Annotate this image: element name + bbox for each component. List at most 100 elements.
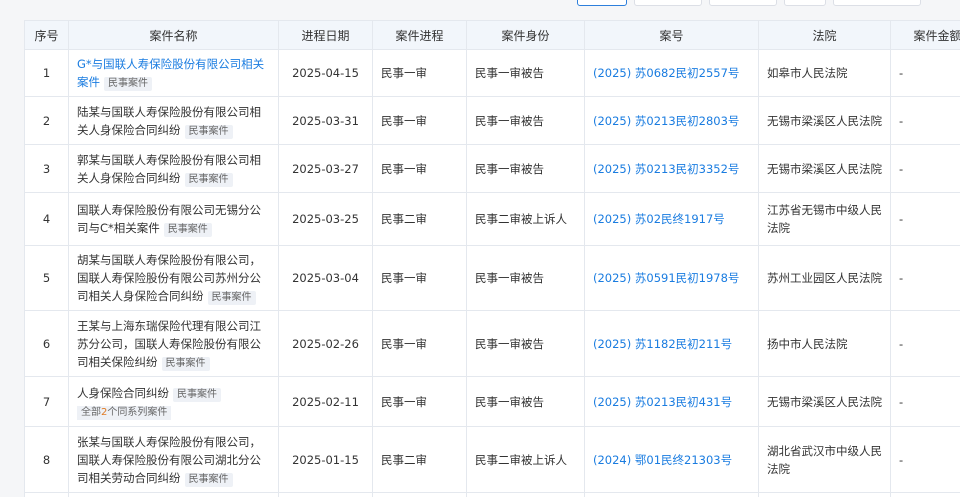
case-name-text[interactable]: 人身保险合同纠纷 [77,386,169,400]
stage-cell: 民事二审 [372,192,467,246]
stage-cell: 民事一审 [372,96,467,145]
case-no-cell: (2025) 苏0213民初3352号 [584,144,759,193]
table-row-partial [24,492,960,497]
row-index: 2 [24,96,69,145]
court-cell: 扬中市人民法院 [758,310,891,377]
date-cell: 2025-01-15 [278,426,373,493]
date-cell: 2025-03-27 [278,144,373,193]
stage-cell: 民事一审 [372,310,467,377]
case-name-cell: G*与国联人寿保险股份有限公司相关案件 民事案件 [68,49,279,97]
case-no-cell: (2025) 苏0682民初2557号 [584,49,759,97]
table-row: 8 张某与国联人寿保险股份有限公司，国联人寿保险股份有限公司湖北分公司相关劳动合… [24,426,960,493]
filter-button[interactable] [709,0,777,6]
col-header-role[interactable]: 案件身份 [466,20,585,50]
table-header-row: 序号 案件名称 进程日期 案件进程 案件身份 案号 法院 案件金额 [24,20,960,50]
amount-cell: - [890,144,960,193]
case-no-cell: (2025) 苏0213民初431号 [584,376,759,427]
col-header-case-no[interactable]: 案号 [584,20,759,50]
row-index: 6 [24,310,69,377]
court-cell: 无锡市梁溪区人民法院 [758,376,891,427]
series-cases-link[interactable]: 全部2个同系列案件 [77,405,172,420]
col-header-index[interactable]: 序号 [24,20,69,50]
role-cell: 民事一审被告 [466,96,585,145]
case-name-cell: 人身保险合同纠纷 民事案件 全部2个同系列案件 [68,376,279,427]
case-type-tag: 民事案件 [184,472,233,487]
role-cell: 民事一审被告 [466,310,585,377]
case-no-link[interactable]: (2025) 苏02民终1917号 [593,212,725,226]
court-cell: 苏州工业园区人民法院 [758,245,891,311]
table-row: 2 陆某与国联人寿保险股份有限公司相关人身保险合同纠纷 民事案件 2025-03-… [24,96,960,145]
row-index: 8 [24,426,69,493]
col-header-case-name[interactable]: 案件名称 [68,20,279,50]
filter-button[interactable] [784,0,826,6]
role-cell: 民事二审被上诉人 [466,192,585,246]
series-prefix: 全部 [81,406,101,418]
col-header-court[interactable]: 法院 [758,20,891,50]
case-no-cell: (2025) 苏02民终1917号 [584,192,759,246]
amount-cell: - [890,310,960,377]
row-index: 5 [24,245,69,311]
case-no-link[interactable]: (2025) 苏0213民初3352号 [593,162,739,176]
table-row: 3 郭某与国联人寿保险股份有限公司相关人身保险合同纠纷 民事案件 2025-03-… [24,144,960,193]
amount-cell: - [890,426,960,493]
stage-cell: 民事一审 [372,144,467,193]
role-cell: 民事一审被告 [466,245,585,311]
filter-button[interactable] [577,0,627,6]
table-row: 5 胡某与国联人寿保险股份有限公司，国联人寿保险股份有限公司苏州分公司相关人身保… [24,245,960,311]
case-name-cell: 张某与国联人寿保险股份有限公司，国联人寿保险股份有限公司湖北分公司相关劳动合同纠… [68,426,279,493]
stage-cell: 民事一审 [372,376,467,427]
case-type-tag: 民事案件 [173,387,221,402]
case-no-link[interactable]: (2025) 苏0213民初2803号 [593,114,739,128]
case-type-tag: 民事案件 [104,77,152,91]
amount-cell: - [890,245,960,311]
role-cell: 民事一审被告 [466,376,585,427]
col-header-date[interactable]: 进程日期 [278,20,373,50]
case-table: 序号 案件名称 进程日期 案件进程 案件身份 案号 法院 案件金额 1 G*与国… [24,20,960,497]
row-index: 3 [24,144,69,193]
case-table-panel: 序号 案件名称 进程日期 案件进程 案件身份 案号 法院 案件金额 1 G*与国… [24,20,960,497]
court-cell: 如皋市人民法院 [758,49,891,97]
case-no-link[interactable]: (2024) 鄂01民终21303号 [593,453,732,467]
case-type-tag: 民事案件 [184,124,233,139]
col-header-amount[interactable]: 案件金额 [890,20,960,50]
stage-cell: 民事一审 [372,245,467,311]
date-cell: 2025-02-11 [278,376,373,427]
date-cell: 2025-04-15 [278,49,373,97]
row-index: 4 [24,192,69,246]
amount-cell: - [890,376,960,427]
table-row: 6 王某与上海东瑞保险代理有限公司江苏分公司，国联人寿保险股份有限公司相关保险纠… [24,310,960,377]
case-type-tag: 民事案件 [161,356,210,371]
filter-button[interactable] [634,0,702,6]
table-row: 1 G*与国联人寿保险股份有限公司相关案件 民事案件 2025-04-15 民事一… [24,49,960,97]
role-cell: 民事一审被告 [466,144,585,193]
date-cell: 2025-03-31 [278,96,373,145]
date-cell: 2025-02-26 [278,310,373,377]
case-name-text[interactable]: 陆某与国联人寿保险股份有限公司相关人身保险合同纠纷 [77,105,261,137]
case-no-cell: (2025) 苏0213民初2803号 [584,96,759,145]
amount-cell: - [890,49,960,97]
case-no-link[interactable]: (2025) 苏0591民初1978号 [593,271,739,285]
case-name-cell: 胡某与国联人寿保险股份有限公司，国联人寿保险股份有限公司苏州分公司相关人身保险合… [68,245,279,311]
row-index: 7 [24,376,69,427]
case-name-cell: 国联人寿保险股份有限公司无锡分公司与C*相关案件 民事案件 [68,192,279,246]
row-index: 1 [24,49,69,97]
role-cell: 民事二审被上诉人 [466,426,585,493]
case-no-link[interactable]: (2025) 苏0213民初431号 [593,395,732,409]
case-no-cell: (2025) 苏1182民初211号 [584,310,759,377]
filter-button[interactable] [833,0,921,6]
col-header-stage[interactable]: 案件进程 [372,20,467,50]
court-cell: 湖北省武汉市中级人民法院 [758,426,891,493]
court-cell: 无锡市梁溪区人民法院 [758,144,891,193]
case-no-link[interactable]: (2025) 苏1182民初211号 [593,337,732,351]
date-cell: 2025-03-25 [278,192,373,246]
case-no-cell: (2025) 苏0591民初1978号 [584,245,759,311]
date-cell: 2025-03-04 [278,245,373,311]
case-type-tag: 民事案件 [184,172,233,187]
case-no-link[interactable]: (2025) 苏0682民初2557号 [593,66,739,80]
case-name-cell: 王某与上海东瑞保险代理有限公司江苏分公司，国联人寿保险股份有限公司相关保险纠纷民… [68,310,279,377]
table-row: 7 人身保险合同纠纷 民事案件 全部2个同系列案件 2025-02-11 民事一审… [24,376,960,427]
case-name-text[interactable]: 张某与国联人寿保险股份有限公司，国联人寿保险股份有限公司湖北分公司相关劳动合同纠… [77,435,261,485]
case-name-text[interactable]: 郭某与国联人寿保险股份有限公司相关人身保险合同纠纷 [77,153,261,185]
case-type-tag: 民事案件 [163,223,212,237]
series-suffix: 个同系列案件 [107,406,168,418]
